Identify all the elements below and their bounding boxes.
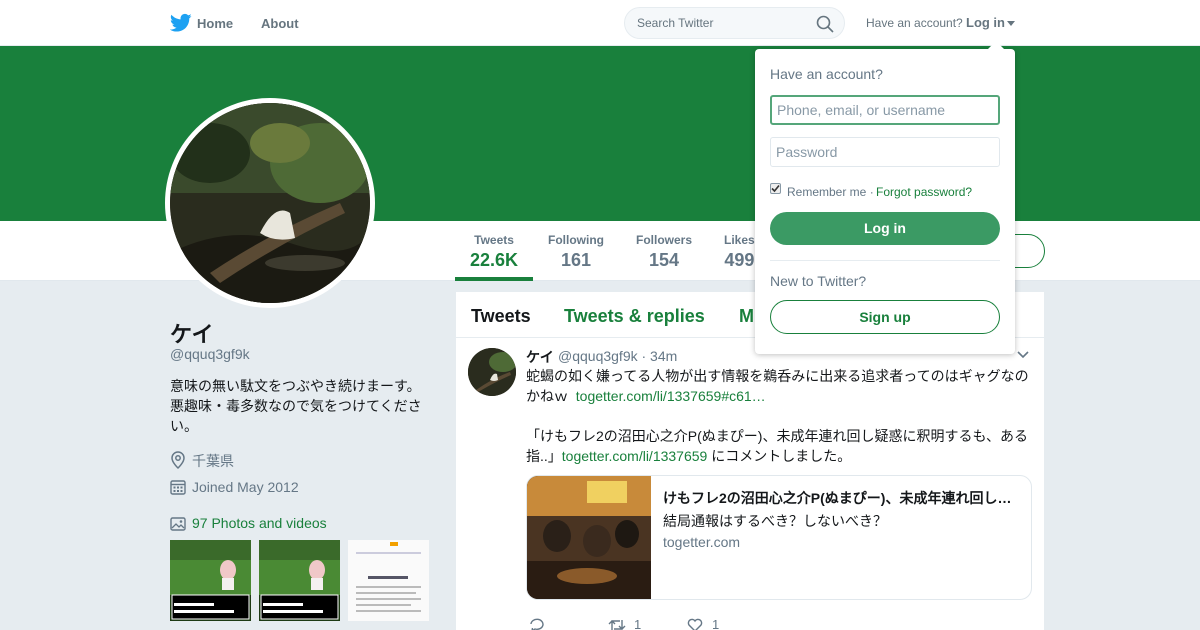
reply-icon[interactable] [529, 618, 545, 630]
username-field[interactable] [770, 95, 1000, 125]
stat-label: Following [548, 233, 604, 247]
nav-about-link[interactable]: About [261, 16, 299, 31]
stat-value: 499 [724, 250, 755, 270]
tweet-handle-time[interactable]: @qquq3gf9k · 34m [558, 348, 677, 364]
tab-tweets-replies[interactable]: Tweets & replies [564, 306, 705, 327]
remember-label: Remember me · [787, 185, 874, 199]
card-photo [527, 476, 651, 599]
link-card[interactable]: けもフレ2の沼田心之介P(ぬまぴー)、未成年連れ回し疑惑に釈明するも、ある指摘 … [526, 475, 1032, 600]
location-text: 千葉県 [192, 453, 234, 469]
remember-checkbox[interactable] [770, 183, 781, 194]
stat-following[interactable]: Following 161 [548, 233, 604, 271]
media-thumbnail[interactable] [348, 540, 429, 621]
media-thumbnail[interactable] [259, 540, 340, 621]
login-button[interactable]: Log in [770, 212, 1000, 245]
search-icon[interactable] [816, 15, 834, 33]
calendar-icon [170, 480, 186, 495]
tweet-avatar[interactable] [468, 348, 516, 396]
avatar-photo [170, 103, 370, 303]
stat-label: Likes [724, 233, 755, 247]
profile-handle[interactable]: @qquq3gf9k [170, 346, 250, 362]
forgot-password-link[interactable]: Forgot password? [876, 185, 972, 199]
heart-icon[interactable] [687, 618, 703, 630]
stat-label: Tweets [474, 233, 514, 247]
dropdown-divider [770, 260, 1000, 261]
retweet-icon[interactable] [608, 618, 626, 630]
tab-media[interactable]: M [739, 306, 754, 327]
card-domain: togetter.com [663, 534, 741, 550]
have-account-text: Have an account? [866, 16, 963, 30]
chevron-down-icon[interactable] [1017, 351, 1029, 359]
stat-value: 161 [560, 250, 592, 270]
top-navigation: Home About Search Twitter Have an accoun… [0, 0, 1200, 46]
stat-label: Followers [636, 233, 693, 247]
game-screenshot-image [170, 540, 251, 621]
dropdown-arrow [988, 41, 1004, 49]
stat-value: 154 [648, 250, 680, 270]
dropdown-heading: Have an account? [770, 66, 883, 82]
stat-followers[interactable]: Followers 154 [636, 233, 692, 271]
login-menu-link[interactable]: Log in [966, 15, 1005, 30]
profile-bio: 意味の無い駄文をつぶやき続けまーす。悪趣味・毒多数なので気をつけてください。 [170, 378, 422, 434]
signup-button[interactable]: Sign up [770, 300, 1000, 334]
stat-value: 22.6K [470, 250, 519, 270]
card-title[interactable]: けもフレ2の沼田心之介P(ぬまぴー)、未成年連れ回し疑惑に釈明するも、ある指摘 [663, 488, 1023, 508]
profile-avatar[interactable] [165, 98, 375, 308]
login-dropdown: Have an account? Remember me · Forgot pa… [755, 41, 1015, 354]
search-input[interactable]: Search Twitter [637, 16, 713, 30]
card-image [527, 476, 651, 599]
game-screenshot-image [259, 540, 340, 621]
active-stat-indicator [455, 277, 533, 281]
document-screenshot-image [348, 540, 429, 621]
tweet-actions: 1 1 [526, 617, 826, 630]
retweet-count: 1 [634, 617, 642, 630]
checkmark-icon [771, 184, 780, 193]
profile-name: ケイ [170, 322, 214, 347]
twitter-bird-icon[interactable] [170, 13, 192, 33]
stat-tweets[interactable]: Tweets 22.6K [470, 233, 518, 271]
password-field[interactable] [770, 137, 1000, 167]
photo-icon [170, 517, 186, 531]
tweet-author-name[interactable]: ケイ [526, 347, 554, 367]
search-box[interactable]: Search Twitter [624, 7, 845, 39]
tweet-text-suffix: にコメントしました。 [707, 448, 852, 464]
tweet-link[interactable]: togetter.com/li/1337659#c61… [576, 388, 766, 404]
card-description: 結局通報はするべき？しないべき？ [663, 513, 887, 529]
tweet-link[interactable]: togetter.com/li/1337659 [562, 448, 708, 464]
stat-likes[interactable]: Likes 499 [724, 233, 755, 271]
like-count: 1 [712, 617, 720, 630]
media-thumbnail[interactable] [170, 540, 251, 621]
nav-home-link[interactable]: Home [197, 16, 233, 31]
photos-videos-text[interactable]: 97 Photos and videos [192, 515, 327, 531]
location-pin-icon [171, 451, 185, 469]
tab-tweets[interactable]: Tweets [471, 306, 531, 327]
tweet-text: 蛇蝎の如く嫌ってる人物が出す情報を鵜呑みに出来る追求者ってのはギャグなのかねｗ … [526, 366, 1034, 466]
new-to-twitter-text: New to Twitter? [770, 273, 867, 289]
avatar-photo [468, 348, 516, 396]
joined-text: Joined May 2012 [192, 479, 299, 495]
chevron-down-icon[interactable] [1007, 21, 1015, 26]
